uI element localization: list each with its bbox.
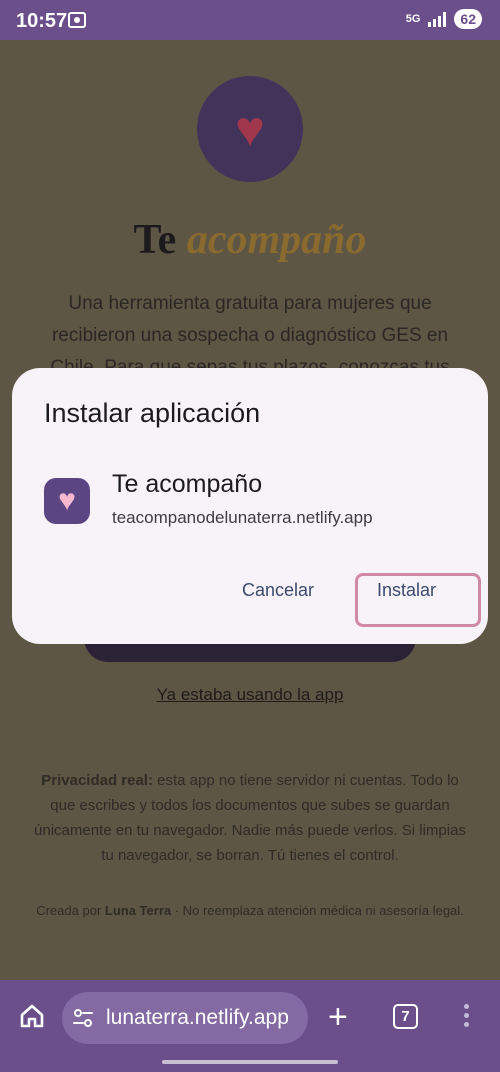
footer-prefix: Creada por	[36, 903, 102, 918]
more-menu-icon[interactable]	[464, 1004, 470, 1028]
tab-switcher-icon[interactable]: 7	[393, 1004, 418, 1029]
heart-icon: ♥	[58, 484, 76, 517]
home-icon[interactable]	[18, 1002, 46, 1030]
new-tab-icon[interactable]: +	[328, 1000, 348, 1034]
app-name: Te acompaño	[112, 470, 263, 498]
page-title-plain: Te	[133, 217, 177, 263]
network-label: 5G	[405, 12, 421, 25]
status-indicators: 5G 62	[406, 9, 482, 29]
already-using-link[interactable]: Ya estaba usando la app	[0, 685, 500, 705]
status-time: 10:57	[16, 10, 68, 32]
page-title: Te acompaño	[0, 216, 500, 264]
dialog-title: Instalar aplicación	[44, 398, 261, 428]
cancel-button[interactable]: Cancelar	[242, 580, 314, 601]
privacy-label: Privacidad real:	[41, 772, 153, 789]
address-bar[interactable]: lunaterra.netlify.app	[62, 992, 308, 1044]
gesture-bar	[162, 1060, 338, 1064]
signal-icon	[428, 11, 447, 27]
install-button[interactable]: Instalar	[377, 580, 436, 601]
browser-toolbar: lunaterra.netlify.app + 7	[0, 980, 500, 1072]
heart-icon: ♥	[235, 101, 265, 157]
page-title-accent: acompaño	[186, 217, 367, 263]
install-dialog: Instalar aplicación ♥ Te acompaño teacom…	[12, 368, 488, 644]
app-url: teacompanodelunaterra.netlify.app	[112, 508, 373, 527]
status-bar: 10:57 5G 62	[0, 0, 500, 40]
footer-suffix: · No reemplaza atención médica ni asesor…	[174, 903, 464, 918]
app-icon: ♥	[44, 478, 90, 524]
page-footer: Creada por Luna Terra · No reemplaza ate…	[34, 900, 466, 922]
screen-record-icon	[68, 12, 86, 28]
battery-icon: 62	[454, 9, 482, 29]
hero-logo: ♥	[197, 76, 303, 182]
privacy-note: Privacidad real: esta app no tiene servi…	[34, 768, 466, 868]
url-text: lunaterra.netlify.app	[106, 1006, 289, 1029]
footer-author: Luna Terra	[104, 903, 172, 918]
site-settings-icon[interactable]	[72, 1007, 94, 1029]
